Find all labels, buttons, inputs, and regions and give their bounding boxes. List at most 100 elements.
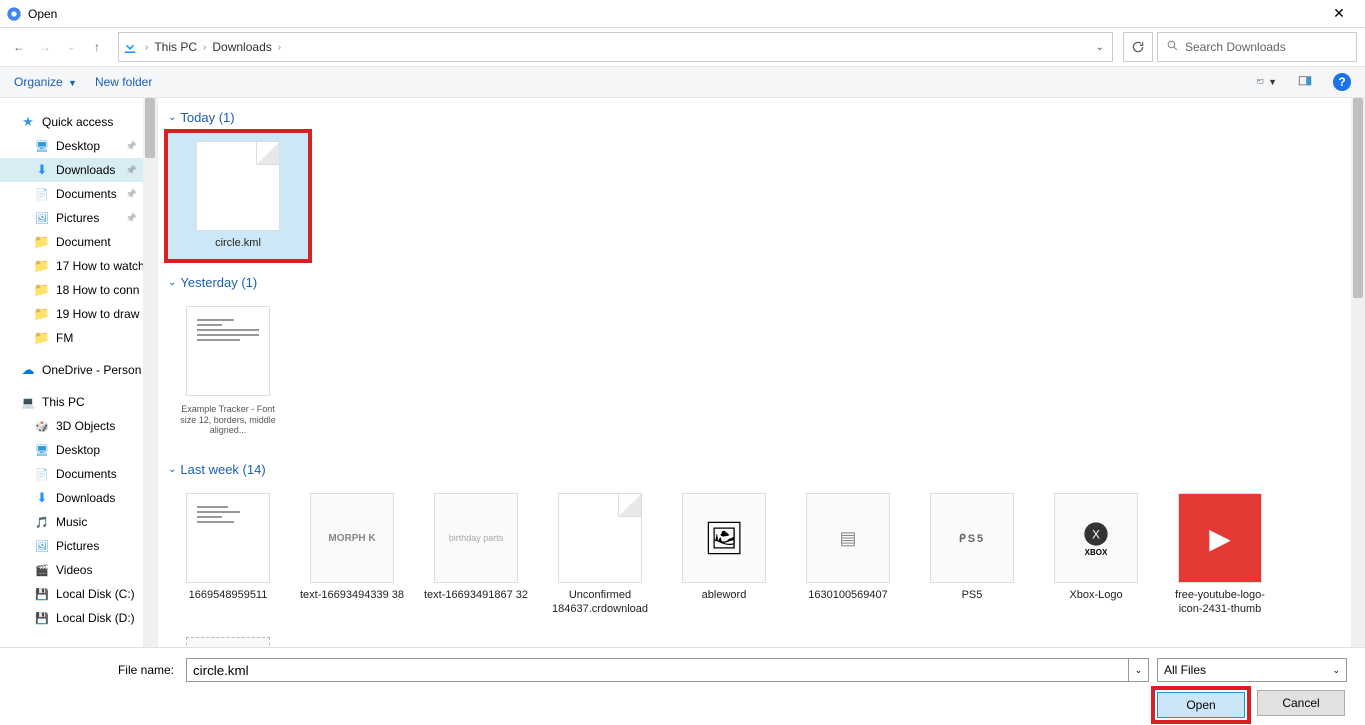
filetype-select[interactable]: All Files⌄: [1157, 658, 1347, 682]
sidebar-pc-videos[interactable]: Videos: [0, 558, 143, 582]
file-name: Xbox-Logo: [1040, 589, 1152, 603]
address-bar[interactable]: › This PC › Downloads › ⌄: [118, 32, 1113, 62]
sidebar-pictures[interactable]: Pictures: [0, 206, 143, 230]
sidebar-3dobjects[interactable]: 3D Objects: [0, 414, 143, 438]
organize-menu[interactable]: Organize ▼: [14, 75, 77, 89]
sidebar-disk-d[interactable]: Local Disk (D:): [0, 606, 143, 630]
newfolder-button[interactable]: New folder: [95, 75, 152, 89]
file-item[interactable]: X XBOX Xbox-Logo: [1036, 485, 1156, 625]
file-item[interactable]: circle.kml: [168, 133, 308, 259]
sidebar-documents[interactable]: Documents: [0, 182, 143, 206]
file-item[interactable]: Unconfirmed 184637.crdownload: [540, 485, 660, 625]
sidebar-desktop[interactable]: Desktop: [0, 134, 143, 158]
chevron-down-icon: ⌄: [168, 112, 176, 123]
sidebar-pc-downloads[interactable]: Downloads: [0, 486, 143, 510]
sidebar-folder-18[interactable]: 18 How to conn: [0, 278, 143, 302]
file-name: circle.kml: [172, 237, 304, 251]
chevron-down-icon: ⌄: [168, 277, 176, 288]
sidebar-folder-document[interactable]: Document: [0, 230, 143, 254]
filename-label: File name:: [18, 663, 178, 677]
file-item[interactable]: 🖼 ableword: [664, 485, 784, 625]
file-item[interactable]: ▶ free-youtube-logo-icon-2431-thumb: [1160, 485, 1280, 625]
search-input[interactable]: Search Downloads: [1157, 32, 1357, 62]
group-lastweek[interactable]: ⌄Last week (14): [168, 458, 1341, 481]
file-thumb-icon: ▤: [806, 493, 890, 583]
folder-icon: [34, 306, 50, 322]
star-icon: [20, 114, 36, 130]
file-thumb-icon: [186, 306, 270, 396]
file-item[interactable]: birthday parts text-16693491867 32: [416, 485, 536, 625]
sidebar-downloads[interactable]: Downloads: [0, 158, 143, 182]
chevron-down-icon: ⌄: [168, 464, 176, 475]
sidebar-disk-c[interactable]: Local Disk (C:): [0, 582, 143, 606]
sidebar-scrollbar[interactable]: [143, 98, 157, 647]
filename-dropdown[interactable]: ⌄: [1129, 658, 1149, 682]
filename-input[interactable]: [186, 658, 1129, 682]
chevron-right-icon: ›: [203, 42, 206, 53]
folder-icon: [34, 282, 50, 298]
folder-icon: [34, 330, 50, 346]
file-item[interactable]: 📱 png-transparent-me-phone-icon-phone-ic…: [168, 629, 288, 647]
file-item[interactable]: ▤ 1630100569407: [788, 485, 908, 625]
file-name: ableword: [668, 589, 780, 603]
file-name: 1630100569407: [792, 589, 904, 603]
up-button[interactable]: ↑: [86, 36, 108, 58]
file-item[interactable]: MORPH K text-16693494339 38: [292, 485, 412, 625]
sidebar-quickaccess[interactable]: Quick access: [0, 110, 143, 134]
sidebar-folder-17[interactable]: 17 How to watch: [0, 254, 143, 278]
file-thumb-icon: ᑭS5: [930, 493, 1014, 583]
search-placeholder: Search Downloads: [1185, 40, 1286, 54]
download-icon: [34, 490, 50, 506]
open-button[interactable]: Open: [1157, 692, 1245, 718]
desktop-icon: [34, 138, 50, 154]
sidebar-thispc[interactable]: This PC: [0, 390, 143, 414]
content-scrollbar[interactable]: [1351, 98, 1365, 647]
sidebar-pc-pictures[interactable]: Pictures: [0, 534, 143, 558]
file-name: text-16693494339 38: [296, 589, 408, 603]
file-thumb-icon: [186, 493, 270, 583]
help-button[interactable]: ?: [1333, 73, 1351, 91]
file-thumb-icon: [558, 493, 642, 583]
sidebar-pc-desktop[interactable]: Desktop: [0, 438, 143, 462]
sidebar-pc-music[interactable]: Music: [0, 510, 143, 534]
sidebar-onedrive[interactable]: OneDrive - Person: [0, 358, 143, 382]
view-menu[interactable]: ▼: [1257, 72, 1277, 92]
cancel-button[interactable]: Cancel: [1257, 690, 1345, 716]
sidebar-folder-19[interactable]: 19 How to draw: [0, 302, 143, 326]
sidebar-pc-documents[interactable]: Documents: [0, 462, 143, 486]
breadcrumb-root[interactable]: This PC: [154, 40, 197, 54]
file-thumb-icon: 🖼: [682, 493, 766, 583]
search-icon: [1166, 39, 1179, 55]
folder-icon: [34, 258, 50, 274]
picture-icon: [34, 210, 50, 226]
breadcrumb-folder[interactable]: Downloads: [212, 40, 271, 54]
picture-icon: [34, 538, 50, 554]
navbar: ← → ⌄ ↑ › This PC › Downloads › ⌄ Search…: [0, 28, 1365, 66]
file-item[interactable]: ᑭS5 PS5: [912, 485, 1032, 625]
recent-dropdown[interactable]: ⌄: [60, 36, 82, 58]
file-name: text-16693491867 32: [420, 589, 532, 603]
file-thumb-icon: birthday parts: [434, 493, 518, 583]
pc-icon: [20, 394, 36, 410]
group-yesterday[interactable]: ⌄Yesterday (1): [168, 271, 1341, 294]
forward-button[interactable]: →: [34, 36, 56, 58]
file-thumb-icon: ▶: [1178, 493, 1262, 583]
sidebar-folder-fm[interactable]: FM: [0, 326, 143, 350]
disk-icon: [34, 586, 50, 602]
file-item[interactable]: 1669548959511: [168, 485, 288, 625]
preview-pane-button[interactable]: [1295, 72, 1315, 92]
document-icon: [34, 466, 50, 482]
close-button[interactable]: ✕: [1319, 0, 1359, 28]
file-item[interactable]: Example Tracker - Font size 12, borders,…: [168, 298, 288, 446]
file-name: Unconfirmed 184637.crdownload: [544, 589, 656, 617]
group-today[interactable]: ⌄Today (1): [168, 106, 1341, 129]
back-button[interactable]: ←: [8, 36, 30, 58]
toolbar: Organize ▼ New folder ▼ ?: [0, 66, 1365, 98]
refresh-button[interactable]: [1123, 32, 1153, 62]
music-icon: [34, 514, 50, 530]
address-dropdown[interactable]: ⌄: [1090, 42, 1110, 53]
window-title: Open: [28, 7, 1319, 21]
chevron-right-icon: ›: [145, 42, 148, 53]
file-name: PS5: [916, 589, 1028, 603]
download-icon: [121, 38, 139, 56]
